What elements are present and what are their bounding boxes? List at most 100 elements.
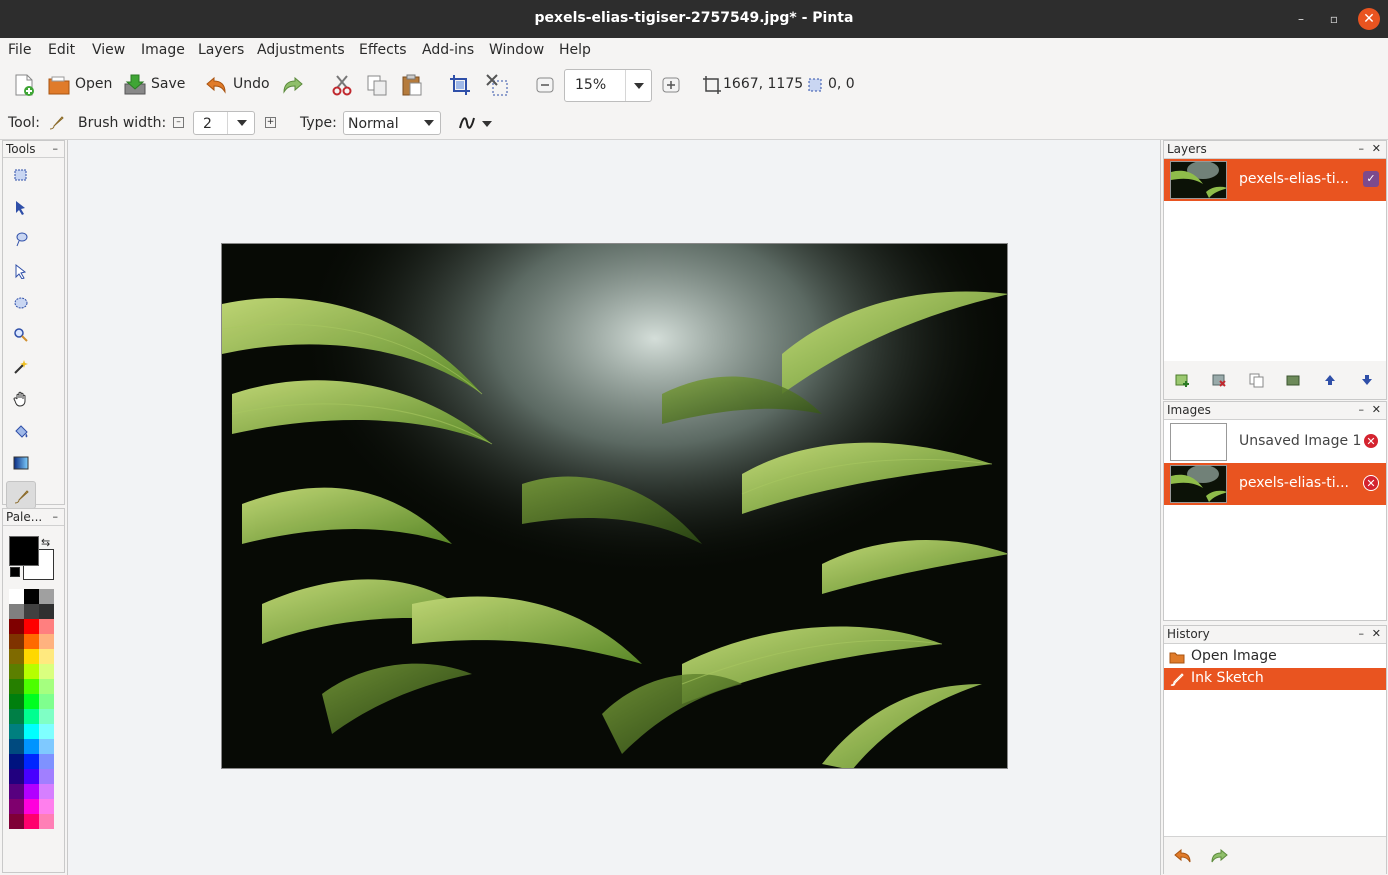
layer-row[interactable]: pexels-elias-ti... ✓ — [1164, 159, 1386, 201]
ellipse-select-tool[interactable] — [6, 289, 36, 317]
palette-swatch[interactable] — [39, 814, 54, 829]
menu-addins[interactable]: Add-ins — [422, 42, 474, 58]
palette-swatch[interactable] — [39, 649, 54, 664]
palette-swatch[interactable] — [24, 709, 39, 724]
delete-layer-icon[interactable] — [1211, 372, 1227, 392]
palette-swatch[interactable] — [39, 664, 54, 679]
menu-layers[interactable]: Layers — [198, 42, 244, 58]
history-redo-icon[interactable] — [1210, 848, 1228, 868]
canvas-area[interactable] — [67, 140, 1161, 875]
paintbrush-tool[interactable] — [6, 481, 36, 509]
open-icon[interactable] — [47, 73, 71, 97]
palette-swatch[interactable] — [39, 634, 54, 649]
close-window-button[interactable]: ✕ — [1358, 8, 1380, 30]
palette-swatch[interactable] — [39, 724, 54, 739]
palette-swatch[interactable] — [39, 709, 54, 724]
zoom-combo[interactable]: 15% — [564, 69, 652, 102]
deselect-icon[interactable] — [485, 73, 509, 97]
palette-swatch[interactable] — [39, 799, 54, 814]
image-tab-row[interactable]: Unsaved Image 1 ✕ — [1164, 421, 1386, 463]
palette-swatch[interactable] — [39, 604, 54, 619]
palette-swatch[interactable] — [39, 694, 54, 709]
palette-swatch[interactable] — [24, 739, 39, 754]
history-undo-icon[interactable] — [1174, 848, 1192, 868]
menu-file[interactable]: File — [8, 42, 31, 58]
magic-wand-tool[interactable] — [6, 353, 36, 381]
layer-visibility-checkbox[interactable]: ✓ — [1363, 171, 1379, 187]
palette-swatch[interactable] — [9, 799, 24, 814]
palette-swatch[interactable] — [39, 619, 54, 634]
palette-swatch[interactable] — [39, 784, 54, 799]
collapse-icon[interactable]: – — [53, 509, 59, 525]
close-icon[interactable]: ✕ — [1372, 626, 1381, 642]
palette-swatch[interactable] — [24, 649, 39, 664]
palette-swatch[interactable] — [9, 814, 24, 829]
chevron-down-icon[interactable] — [482, 121, 492, 127]
palette-swatch[interactable] — [24, 799, 39, 814]
brush-width-increase-icon[interactable]: + — [265, 117, 276, 128]
collapse-icon[interactable]: – — [1359, 626, 1365, 642]
palette-swatch[interactable] — [39, 754, 54, 769]
antialiasing-icon[interactable] — [457, 113, 477, 137]
save-button[interactable]: Save — [151, 76, 185, 92]
chevron-down-icon[interactable] — [424, 120, 434, 126]
type-select[interactable]: Normal — [343, 111, 441, 135]
palette-swatch[interactable] — [24, 724, 39, 739]
save-icon[interactable] — [123, 73, 147, 97]
primary-color-swatch[interactable] — [9, 536, 39, 566]
zoom-out-icon[interactable] — [533, 73, 557, 97]
chevron-down-icon[interactable] — [634, 83, 644, 89]
rectangle-select-tool[interactable] — [6, 161, 36, 189]
history-item[interactable]: Open Image — [1164, 646, 1386, 668]
palette-swatch[interactable] — [9, 679, 24, 694]
image-tab-row[interactable]: pexels-elias-ti... ✕ — [1164, 463, 1386, 505]
palette-swatch[interactable] — [24, 664, 39, 679]
reset-colors-icon[interactable] — [10, 567, 20, 577]
brush-width-decrease-icon[interactable]: – — [173, 117, 184, 128]
collapse-icon[interactable]: – — [53, 141, 59, 157]
palette-swatch[interactable] — [9, 739, 24, 754]
palette-swatch[interactable] — [9, 619, 24, 634]
history-item[interactable]: Ink Sketch — [1164, 668, 1386, 690]
menu-view[interactable]: View — [92, 42, 125, 58]
palette-swatch[interactable] — [9, 634, 24, 649]
cut-icon[interactable] — [330, 73, 354, 97]
copy-icon[interactable] — [365, 73, 389, 97]
undo-icon[interactable] — [204, 73, 228, 97]
close-icon[interactable]: ✕ — [1372, 402, 1381, 418]
chevron-down-icon[interactable] — [237, 120, 247, 126]
menu-edit[interactable]: Edit — [48, 42, 75, 58]
close-image-icon[interactable]: ✕ — [1363, 433, 1379, 449]
palette-swatch[interactable] — [39, 739, 54, 754]
palette-swatch[interactable] — [9, 694, 24, 709]
swap-colors-icon[interactable]: ⇆ — [41, 536, 50, 549]
crop-to-selection-icon[interactable] — [448, 73, 472, 97]
move-selection-tool[interactable] — [6, 257, 36, 285]
duplicate-layer-icon[interactable] — [1248, 372, 1264, 392]
palette-swatch[interactable] — [24, 754, 39, 769]
palette-swatch[interactable] — [9, 604, 24, 619]
palette-swatch[interactable] — [24, 589, 39, 604]
palette-swatch[interactable] — [24, 634, 39, 649]
palette-swatch[interactable] — [9, 769, 24, 784]
menu-adjustments[interactable]: Adjustments — [257, 42, 345, 58]
menu-window[interactable]: Window — [489, 42, 544, 58]
zoom-in-icon[interactable] — [659, 73, 683, 97]
move-layer-down-icon[interactable] — [1359, 372, 1375, 392]
menu-image[interactable]: Image — [141, 42, 185, 58]
maximize-button[interactable]: ▫ — [1323, 8, 1345, 30]
palette-swatch[interactable] — [24, 814, 39, 829]
merge-layer-down-icon[interactable] — [1285, 372, 1301, 392]
gradient-tool[interactable] — [6, 449, 36, 477]
palette-swatch[interactable] — [24, 784, 39, 799]
minimize-button[interactable]: – — [1290, 8, 1312, 30]
palette-swatch[interactable] — [39, 679, 54, 694]
palette-swatch[interactable] — [39, 769, 54, 784]
palette-swatch[interactable] — [24, 619, 39, 634]
add-layer-icon[interactable] — [1174, 372, 1190, 392]
palette-swatch[interactable] — [24, 769, 39, 784]
zoom-tool[interactable] — [6, 321, 36, 349]
palette-swatch[interactable] — [9, 589, 24, 604]
palette-swatch[interactable] — [9, 649, 24, 664]
collapse-icon[interactable]: – — [1359, 141, 1365, 157]
